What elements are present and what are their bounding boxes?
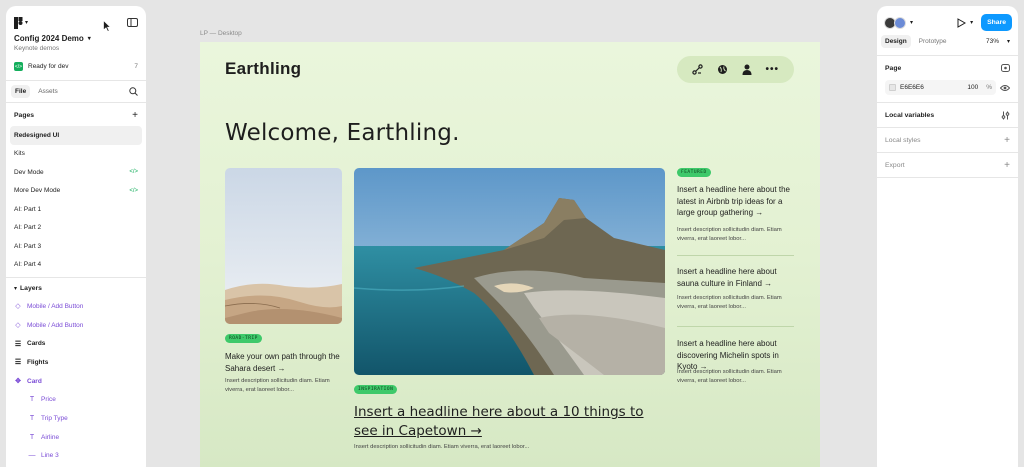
text-layer-icon: T [29,433,35,441]
ready-for-dev-row[interactable]: </> Ready for dev 7 [6,52,146,71]
layers-title: Layers [20,285,42,292]
welcome-heading: Welcome, Earthling. [225,120,460,146]
eye-off-icon[interactable] [1001,64,1010,72]
nav-pill: ••• [677,56,794,83]
page-item-kits[interactable]: Kits [10,145,142,164]
local-variables-label[interactable]: Local variables [885,112,934,119]
page-item-more-dev-mode[interactable]: More Dev Mode </> [10,182,142,201]
frame-label[interactable]: LP — Desktop [200,30,242,37]
globe-icon[interactable] [717,64,728,75]
visibility-icon[interactable] [1000,84,1010,92]
add-export-icon[interactable]: + [1004,160,1010,171]
main-headline[interactable]: Insert a headline here about a 10 things… [354,403,654,441]
zoom-level[interactable]: 73% [986,38,999,45]
search-icon[interactable] [129,87,138,96]
right-panel: ▾ ▾ Share Design Prototype 73% ▾ Page E6… [877,6,1018,467]
page-item-ai-part-4[interactable]: AI: Part 4 [10,256,142,275]
page-item-ai-part-1[interactable]: AI: Part 1 [10,200,142,219]
sidebar-toggle-icon[interactable] [127,18,138,27]
project-subtitle: Keynote demos [14,45,60,52]
opacity-unit: % [986,84,992,91]
code-icon: </> [129,169,138,176]
tag-inspiration: INSPIRATION [354,385,398,394]
play-icon[interactable] [957,17,967,28]
export-label[interactable]: Export [885,162,905,169]
tab-prototype[interactable]: Prototype [915,35,951,48]
add-page-icon[interactable]: + [132,110,138,121]
local-styles-label[interactable]: Local styles [885,137,921,144]
tab-design[interactable]: Design [881,35,911,48]
mouse-cursor-icon [103,20,111,32]
component-instance-icon: ◇ [15,303,21,311]
layer-item[interactable]: ◇ Mobile / Add Button [6,297,146,316]
divider [677,326,794,327]
card-headline[interactable]: Make your own path through the Sahara de… [225,351,340,374]
dev-count: 7 [134,63,138,70]
main-menu-button[interactable]: ▾ [14,16,29,29]
share-button[interactable]: Share [981,14,1012,31]
layer-item[interactable]: ☰ Flights [6,353,146,372]
auto-layout-icon: ☰ [14,340,22,348]
code-icon: </> [129,187,138,194]
layer-item[interactable]: T Price [6,390,146,409]
color-hex[interactable]: E6E6E6 [900,84,924,91]
layer-item[interactable]: T Trip Type [6,409,146,428]
component-icon: ✥ [15,378,21,386]
desktop-frame[interactable]: Earthling ••• Welcome, Earthling. ROAD-T… [200,42,820,467]
chevron-down-icon: ▾ [87,36,91,42]
variables-settings-icon[interactable] [1001,111,1010,120]
avatar[interactable] [894,16,906,29]
color-swatch[interactable] [889,84,896,91]
figma-logo-icon [14,16,23,29]
page-item-redesigned-ui[interactable]: Redesigned UI [10,126,142,145]
chevron-down-icon[interactable]: ▾ [14,285,17,292]
opacity-value[interactable]: 100 [967,84,978,91]
chevron-down-icon: ▾ [25,20,29,26]
desert-image [225,168,342,324]
project-title[interactable]: Config 2024 Demo ▾ [6,30,146,43]
tab-assets[interactable]: Assets [34,85,62,98]
auto-layout-icon: ☰ [14,359,22,367]
pages-title: Pages [14,112,35,119]
layer-item[interactable]: T Airline [6,428,146,447]
page-item-dev-mode[interactable]: Dev Mode </> [10,163,142,182]
more-icon[interactable]: ••• [766,64,780,75]
chevron-down-icon[interactable]: ▾ [1007,38,1010,45]
side-headline[interactable]: Insert a headline here about the latest … [677,184,794,219]
add-style-icon[interactable]: + [1004,135,1010,146]
tag-road-trip: ROAD-TRIP [225,334,262,343]
page-section-title: Page [885,64,902,72]
side-description: Insert description sollicitudin diam. Et… [677,295,782,310]
layer-item[interactable]: ✥ Card [6,372,146,391]
card-description: Insert description sollicitudin diam. Et… [225,378,330,393]
text-layer-icon: T [29,414,35,422]
tab-file[interactable]: File [11,85,31,98]
left-panel: ▾ Config 2024 Demo ▾ Keynote demos </> R… [6,6,146,467]
page-color-input[interactable]: E6E6E6 100 % [885,80,996,95]
user-icon[interactable] [742,64,752,75]
page-item-ai-part-3[interactable]: AI: Part 3 [10,237,142,256]
side-headline[interactable]: Insert a headline here about sauna cultu… [677,266,794,289]
dev-mode-icon: </> [14,62,23,71]
text-layer-icon: T [29,396,35,404]
divider [677,255,794,256]
side-description: Insert description sollicitudin diam. Et… [677,227,782,242]
layer-item[interactable]: — Line 3 [6,447,146,466]
line-layer-icon: — [28,452,36,460]
component-instance-icon: ◇ [15,322,21,330]
route-icon[interactable] [692,64,703,75]
main-description: Insert description sollicitudin diam. Et… [354,444,530,450]
chevron-down-icon[interactable]: ▾ [910,19,913,26]
layer-item[interactable]: ◇ Mobile / Add Button [6,316,146,335]
chevron-down-icon[interactable]: ▾ [970,19,973,26]
brand-logo: Earthling [225,59,302,78]
page-item-ai-part-2[interactable]: AI: Part 2 [10,219,142,238]
layer-item[interactable]: ☰ Cards [6,334,146,353]
side-description: Insert description sollicitudin diam. Et… [677,369,782,384]
capetown-image [354,168,665,375]
tag-featured: FEATURED [677,168,711,177]
